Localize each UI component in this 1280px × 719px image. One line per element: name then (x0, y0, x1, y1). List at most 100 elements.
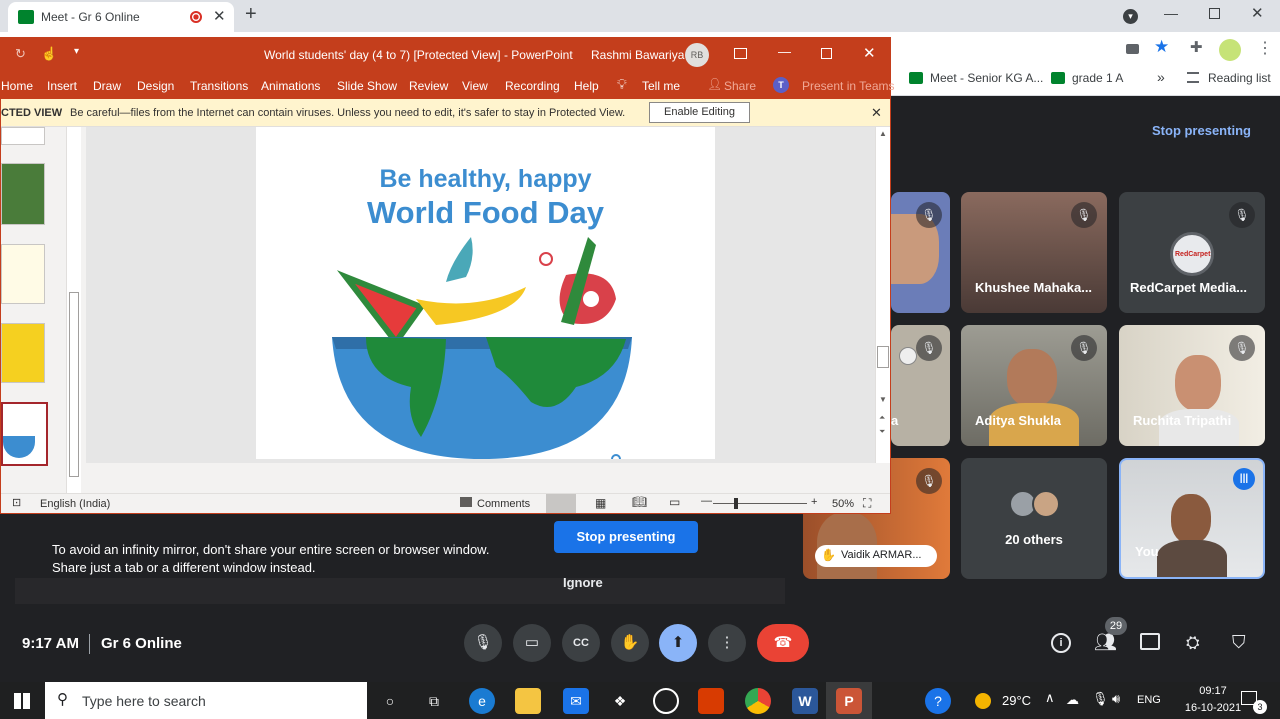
browser-tab-meet[interactable]: Meet - Gr 6 Online ✕ (8, 2, 234, 32)
slide-scrollbar[interactable]: ▲ ▼ ⏶ ⏷ (875, 127, 890, 463)
thumbnails-scrollbar[interactable] (66, 127, 81, 493)
prev-slide-icon[interactable]: ⏶ (879, 413, 885, 423)
tab-design[interactable]: Design (137, 79, 174, 93)
stop-presenting-link[interactable]: Stop presenting (1152, 123, 1251, 138)
tab-animations[interactable]: Animations (261, 79, 320, 93)
close-window-icon[interactable]: ✕ (1251, 4, 1264, 22)
office-icon[interactable] (698, 688, 724, 714)
touch-mode-icon[interactable]: ☝ (41, 46, 57, 62)
slide-sorter-icon[interactable]: ▦ (595, 496, 606, 510)
participant-tile-others[interactable]: 20 others (961, 458, 1107, 579)
tab-view[interactable]: View (462, 79, 488, 93)
app-icon[interactable] (653, 688, 679, 714)
help-icon[interactable]: ? (925, 688, 951, 714)
camera-icon[interactable] (1126, 44, 1139, 54)
scroll-thumb[interactable] (877, 346, 889, 368)
slide-thumbnail[interactable] (1, 244, 45, 304)
zoom-slider-thumb[interactable] (734, 498, 738, 509)
file-explorer-icon[interactable] (515, 688, 541, 714)
volume-icon[interactable]: 🔊︎ (1112, 691, 1120, 707)
reading-list[interactable]: Reading list (1208, 71, 1271, 85)
normal-view-icon[interactable] (546, 494, 576, 513)
bookmark-grade-1a[interactable]: grade 1 A (1072, 71, 1123, 85)
captions-button[interactable]: CC (562, 624, 600, 662)
tab-slide-show[interactable]: Slide Show (337, 79, 397, 93)
raise-hand-button[interactable]: ✋ (611, 624, 649, 662)
mic-button[interactable]: 🎙︎ (464, 624, 502, 662)
present-in-teams-button[interactable]: Present in Teams (802, 79, 895, 93)
clock-time[interactable]: 09:17 (1183, 685, 1243, 697)
stop-presenting-button[interactable]: Stop presenting (554, 521, 698, 553)
redo-icon[interactable]: ↻ (15, 46, 26, 62)
zoom-level[interactable]: 50% (832, 498, 854, 510)
fit-to-window-icon[interactable]: ⛶ (863, 496, 871, 511)
edge-icon[interactable]: e (469, 688, 495, 714)
slide-thumbnail[interactable] (1, 127, 45, 145)
language-status[interactable]: English (India) (40, 498, 110, 510)
people-icon[interactable]: 👥︎ (1094, 632, 1117, 653)
tell-me-search[interactable]: Tell me (642, 79, 680, 93)
extensions-icon[interactable]: ✚ (1190, 38, 1203, 56)
windows-start-icon[interactable] (14, 693, 30, 709)
enable-editing-button[interactable]: Enable Editing (649, 102, 750, 123)
dropbox-icon[interactable]: ❖ (607, 688, 633, 714)
close-tab-icon[interactable]: ✕ (213, 7, 226, 25)
onedrive-icon[interactable]: ☁ (1066, 692, 1079, 708)
more-options-button[interactable]: ⋮ (708, 624, 746, 662)
slideshow-icon[interactable]: ▭ (669, 495, 680, 509)
activities-icon[interactable]: ⛭ (1186, 633, 1200, 653)
minimize-window-icon[interactable]: — (1164, 5, 1178, 21)
next-slide-icon[interactable]: ⏷ (879, 427, 885, 437)
new-tab-icon[interactable]: + (245, 3, 257, 26)
slide-thumbnail-selected[interactable] (1, 402, 48, 466)
comments-button[interactable]: Comments (477, 498, 530, 510)
weather-temp[interactable]: 29°C (1002, 693, 1031, 708)
leave-call-button[interactable]: ☎ (757, 624, 809, 662)
ppt-minimize-icon[interactable]: — (778, 44, 791, 59)
share-button[interactable]: Share (724, 79, 756, 93)
bookmarks-more-icon[interactable]: » (1157, 69, 1165, 85)
qat-customize-icon[interactable]: ▾ (74, 46, 79, 57)
profile-avatar[interactable] (1219, 39, 1241, 61)
cortana-icon[interactable]: ○ (377, 688, 403, 714)
word-icon[interactable]: W (792, 688, 818, 714)
ribbon-display-icon[interactable] (734, 48, 747, 59)
reading-view-icon[interactable]: 📖︎ (632, 495, 647, 509)
scroll-up-icon[interactable]: ▲ (879, 129, 887, 138)
present-now-button[interactable]: ⬆ (659, 624, 697, 662)
bookmark-star-icon[interactable]: ★ (1154, 37, 1169, 57)
zoom-slider[interactable] (713, 503, 807, 504)
slide-thumbnail[interactable] (1, 323, 45, 383)
microphone-icon[interactable]: 🎙︎ (1092, 691, 1109, 707)
bookmark-senior-kg[interactable]: Meet - Senior KG A... (930, 71, 1043, 85)
chat-icon[interactable] (1140, 633, 1160, 650)
tab-home[interactable]: Home (1, 79, 33, 93)
tab-transitions[interactable]: Transitions (190, 79, 248, 93)
tab-review[interactable]: Review (409, 79, 448, 93)
tab-draw[interactable]: Draw (93, 79, 121, 93)
scroll-down-icon[interactable]: ▼ (879, 395, 887, 404)
show-hidden-icons[interactable]: ∧ (1045, 690, 1055, 706)
restore-window-icon[interactable] (1209, 8, 1220, 19)
zoom-in-icon[interactable]: + (811, 496, 817, 508)
tab-insert[interactable]: Insert (47, 79, 77, 93)
input-language[interactable]: ENG (1137, 694, 1161, 706)
chrome-icon[interactable] (745, 688, 771, 714)
ignore-button[interactable]: Ignore (563, 575, 603, 590)
camera-button[interactable]: ▭ (513, 624, 551, 662)
slide-thumbnail[interactable] (1, 163, 45, 225)
tab-search-icon[interactable]: ▾ (1123, 9, 1138, 24)
ppt-maximize-icon[interactable] (821, 48, 832, 59)
ppt-close-icon[interactable]: ✕ (863, 44, 876, 62)
ppt-user-avatar[interactable]: RB (685, 43, 709, 67)
accessibility-icon[interactable]: ⊡ (12, 496, 21, 509)
mail-icon[interactable]: ✉ (563, 688, 589, 714)
task-view-icon[interactable]: ⧉ (421, 688, 447, 714)
taskbar-search-box[interactable]: ⚲ Type here to search (45, 682, 367, 719)
tab-recording[interactable]: Recording (505, 79, 560, 93)
browser-menu-icon[interactable]: ⋮ (1257, 38, 1273, 58)
meeting-details-icon[interactable]: i (1051, 633, 1071, 653)
zoom-out-icon[interactable]: — (701, 495, 712, 507)
slide[interactable]: Be healthy, happy World Food Day (256, 127, 715, 459)
close-protected-bar-icon[interactable]: ✕ (871, 105, 882, 121)
